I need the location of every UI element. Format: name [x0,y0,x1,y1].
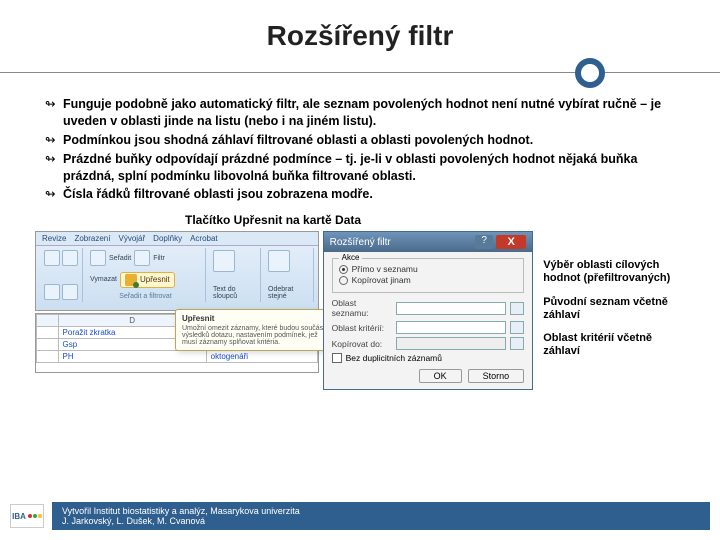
ring-icon [575,58,605,88]
unique-records-checkbox[interactable] [332,353,342,363]
radio-label: Kopírovat jinam [352,275,411,285]
footer-line: J. Jarkovský, L. Dušek, M. Cvanová [62,516,700,526]
filter-icon[interactable] [134,250,150,266]
cell: oktogenáři [206,351,317,363]
ribbon-tab[interactable]: Acrobat [190,234,218,243]
range-picker-icon[interactable] [510,321,524,334]
dialog-title: Rozšířený filtr [330,237,391,248]
ribbon-label: Filtr [153,255,165,262]
annotation: Výběr oblasti cílových hodnot (přefiltro… [543,259,685,285]
range-picker-icon[interactable] [510,337,524,350]
ribbon-tab[interactable]: Zobrazení [74,234,110,243]
ribbon-small-button[interactable] [44,284,60,300]
text-to-columns-icon[interactable] [213,250,235,272]
cancel-button[interactable]: Storno [468,369,525,383]
copy-to-input[interactable] [396,337,507,350]
bullet-item: Funguje podobně jako automatický filtr, … [45,96,685,130]
radio-label: Přímo v seznamu [352,264,418,274]
ribbon-label: Vymazat [90,276,117,283]
ribbon-label: Seřadit [109,255,131,262]
advanced-filter-button[interactable]: Upřesnit [120,272,175,288]
group-label: Akce [339,253,363,262]
footer-bar: Vytvořil Institut biostatistiky a analýz… [52,502,710,530]
ribbon-label: Odebrat stejné [268,286,309,300]
tooltip: Upřesnit Umožní omezit záznamy, které bu… [175,309,335,351]
annotation: Původní seznam včetně záhlaví [543,296,685,322]
ribbon-group-label: Seřadit a filtrovat [90,293,201,300]
title-divider [35,58,685,88]
field-label: Kopírovat do: [332,339,392,349]
button-label: Upřesnit [140,275,170,284]
ribbon-tab[interactable]: Vývojář [118,234,145,243]
annotation: Oblast kritérií včetně záhlaví [543,332,685,358]
ribbon-screenshot: Revize Zobrazení Vývojář Doplňky Acrobat [35,231,319,373]
ribbon-label: Text do sloupců [213,286,256,300]
tooltip-title: Upřesnit [182,314,328,323]
ribbon-small-button[interactable] [44,250,60,266]
criteria-range-input[interactable] [396,321,507,334]
field-label: Oblast seznamu: [332,298,392,318]
checkbox-label: Bez duplicitních záznamů [346,353,442,363]
footer-line: Vytvořil Institut biostatistiky a analýz… [62,506,700,516]
ribbon-tab[interactable]: Revize [42,234,66,243]
radio-copy-elsewhere[interactable] [339,276,348,285]
ribbon-tab[interactable]: Doplňky [153,234,182,243]
advanced-filter-dialog: Rozšířený filtr ? X Akce Přímo v seznamu… [323,231,534,390]
list-range-input[interactable] [396,302,507,315]
page-title: Rozšířený filtr [35,20,685,52]
cell: PH [58,351,206,363]
close-button[interactable]: X [496,235,526,249]
bullet-item: Podmínkou jsou shodná záhlaví filtrované… [45,132,685,149]
screenshot-caption: Tlačítko Upřesnit na kartě Data [185,213,685,227]
iba-logo: IBA [10,504,44,528]
field-label: Oblast kritérií: [332,323,392,333]
bullet-item: Prázdné buňky odpovídají prázdné podmínc… [45,151,685,185]
sort-icon[interactable] [90,250,106,266]
tooltip-body: Umožní omezit záznamy, které budou součá… [182,325,328,346]
ribbon-small-button[interactable] [62,284,78,300]
help-button[interactable]: ? [475,235,493,249]
ok-button[interactable]: OK [419,369,462,383]
range-picker-icon[interactable] [510,302,524,315]
bullet-item: Čísla řádků filtrované oblasti jsou zobr… [45,186,685,203]
bullet-list: Funguje podobně jako automatický filtr, … [35,96,685,203]
funnel-icon [125,274,137,286]
radio-in-place[interactable] [339,265,348,274]
remove-duplicates-icon[interactable] [268,250,290,272]
ribbon-small-button[interactable] [62,250,78,266]
